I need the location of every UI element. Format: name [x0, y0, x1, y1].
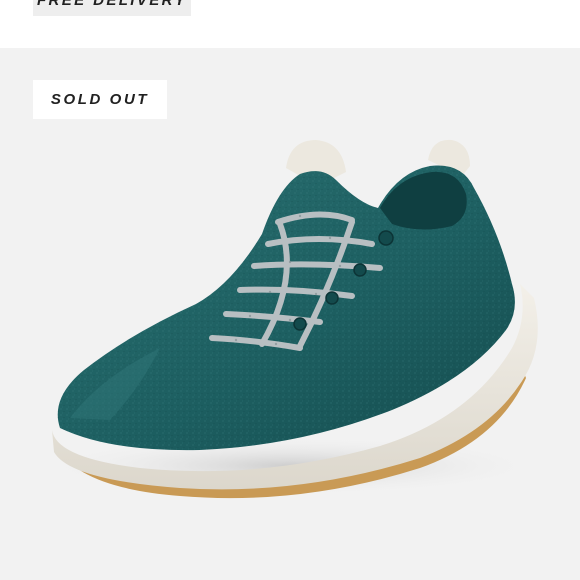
product-image-shoe[interactable]: [0, 48, 580, 580]
previous-product-card[interactable]: FREE DELIVERY: [0, 0, 580, 48]
sold-out-badge: SOLD OUT: [33, 80, 167, 119]
page: FREE DELIVERY SOLD OUT: [0, 0, 580, 580]
product-card[interactable]: SOLD OUT: [0, 48, 580, 580]
collar-opening: [380, 171, 467, 230]
free-delivery-badge: FREE DELIVERY: [33, 0, 191, 16]
